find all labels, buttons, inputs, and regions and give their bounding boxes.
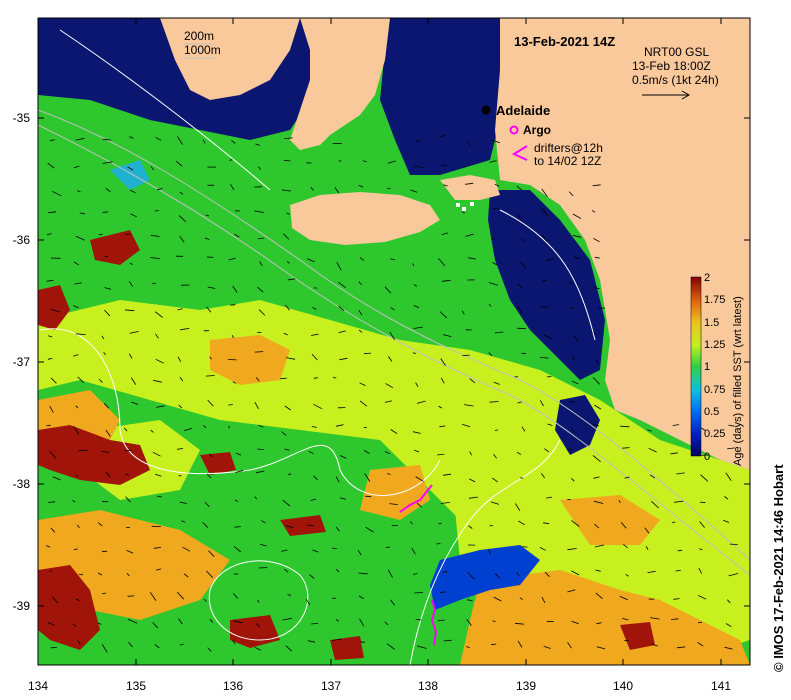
- x-tick-label: 140: [613, 679, 633, 693]
- city-dot-icon: [481, 105, 491, 115]
- colorbar-tick-label: 0.5: [704, 406, 719, 418]
- currents-source-label: NRT00 GSL: [644, 45, 709, 59]
- dark-red-patch-e: [330, 636, 364, 660]
- missing-data-pixel: [456, 203, 460, 207]
- x-tick-label: 136: [223, 679, 243, 693]
- current-vector-arrow: [414, 592, 424, 594]
- colorbar-tick-label: 1.75: [704, 294, 725, 306]
- colorbar-tick-label: 0.75: [704, 384, 725, 396]
- bathymetry-1000m-label: 1000m: [184, 43, 221, 57]
- currents-time-label: 13-Feb 18:00Z: [632, 59, 711, 73]
- drifters-label-line2: to 14/02 12Z: [534, 154, 601, 168]
- current-vector-arrow: [387, 187, 391, 189]
- argo-label: Argo: [523, 123, 551, 137]
- x-tick-label: 135: [126, 679, 146, 693]
- y-tick-label: -35: [13, 111, 31, 125]
- current-vector-arrow: [254, 351, 264, 353]
- colorbar-tick-label: 0: [704, 451, 710, 463]
- x-tick-label: 139: [516, 679, 536, 693]
- current-vector-arrow: [332, 377, 337, 379]
- x-tick-label: 138: [418, 679, 438, 693]
- current-vector-arrow: [230, 304, 236, 306]
- x-tick-label: 134: [28, 679, 48, 693]
- current-vector-arrow: [436, 543, 441, 545]
- drifters-label-line1: drifters@12h: [534, 141, 603, 155]
- colorbar-label: Age (days) of filled SST (wrt latest): [732, 296, 744, 466]
- current-vector-arrow: [416, 140, 421, 142]
- x-tick-label: 141: [711, 679, 731, 693]
- colorbar-tick-label: 1.5: [704, 317, 719, 329]
- current-vector-arrow: [521, 546, 528, 548]
- y-tick-label: -36: [13, 233, 31, 247]
- colorbar-gradient: [690, 276, 702, 457]
- y-tick-label: -39: [13, 599, 31, 613]
- sst-age-map: 134 135 136 137 138 139 140 141 -35 -36 …: [13, 17, 751, 693]
- y-tick-label: -37: [13, 355, 31, 369]
- date-title: 13-Feb-2021 14Z: [514, 34, 615, 49]
- bathymetry-200m-label: 200m: [184, 29, 214, 43]
- x-tick-label: 137: [321, 679, 341, 693]
- missing-data-pixel: [470, 202, 474, 206]
- missing-data-pixel: [462, 207, 466, 211]
- city-label: Adelaide: [496, 103, 550, 118]
- current-vector-arrow: [677, 549, 683, 552]
- colorbar-tick-label: 2: [704, 272, 710, 284]
- current-vector-arrow: [365, 495, 372, 498]
- map-area: [38, 18, 750, 665]
- colorbar-tick-label: 1: [704, 361, 710, 373]
- colorbar-tick-label: 0.25: [704, 428, 725, 440]
- currents-scale-label: 0.5m/s (1kt 24h): [632, 73, 719, 87]
- current-vector-arrow: [101, 550, 108, 553]
- colorbar-tick-label: 1.25: [704, 339, 725, 351]
- current-vector-arrow: [521, 352, 526, 355]
- y-tick-label: -38: [13, 477, 31, 491]
- credit-text: © IMOS 17-Feb-2021 14:46 Hobart: [771, 464, 786, 672]
